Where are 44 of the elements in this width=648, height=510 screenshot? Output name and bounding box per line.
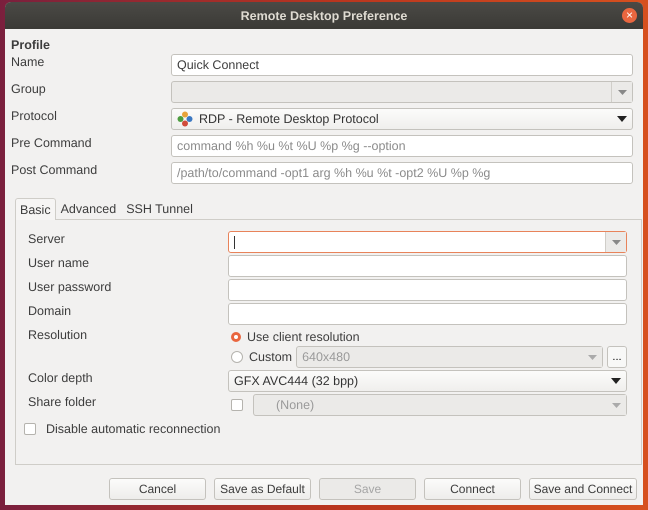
field-label: Share folder <box>28 394 98 409</box>
dropdown-icon <box>588 354 596 360</box>
text-field[interactable] <box>228 303 627 325</box>
field-label: Resolution <box>28 327 88 342</box>
checkbox[interactable] <box>231 399 243 411</box>
field-label: Protocol <box>11 108 58 123</box>
more-button[interactable]: ... <box>607 346 627 368</box>
dropdown[interactable]: GFX AVC444 (32 bpp) <box>228 370 627 392</box>
radio-button[interactable] <box>231 351 243 363</box>
radio-label[interactable]: Custom <box>249 350 292 364</box>
dropdown-icon <box>612 240 620 244</box>
dropdown-icon <box>611 378 621 384</box>
field-label: Post Command <box>11 162 98 177</box>
tab[interactable]: Basic <box>15 198 56 220</box>
field-label: User name <box>28 255 90 270</box>
field-label: User password <box>28 279 112 294</box>
dialog-button[interactable]: Save and Connect <box>529 478 637 500</box>
text-field[interactable] <box>228 279 627 301</box>
text-field[interactable]: /path/to/command -opt1 arg %h %u %t -opt2 %U %p %g <box>171 162 633 184</box>
text-field[interactable]: command %h %u %t %U %p %g --option <box>171 135 633 157</box>
dropdown-icon <box>618 90 626 94</box>
dropdown-icon <box>617 116 627 122</box>
field-label: Group <box>11 81 47 96</box>
combo-field[interactable] <box>228 231 627 253</box>
tab[interactable]: SSH Tunnel <box>121 198 198 219</box>
dropdown[interactable]: RDP - Remote Desktop Protocol <box>171 108 633 130</box>
field-label: Pre Command <box>11 135 93 150</box>
checkbox-label[interactable]: Disable automatic reconnection <box>46 422 220 436</box>
radio-label[interactable]: Use client resolution <box>247 330 360 344</box>
dialog-button[interactable]: Save as Default <box>214 478 311 500</box>
window-title: Remote Desktop Preference <box>240 8 408 22</box>
section-heading: Profile <box>11 38 51 52</box>
field-label: Server <box>28 231 66 246</box>
field-label: Name <box>11 54 46 69</box>
field-label: Color depth <box>28 370 94 385</box>
dialog-button[interactable]: Connect <box>424 478 521 500</box>
radio-button[interactable] <box>231 332 241 342</box>
dropdown-icon <box>612 402 620 408</box>
tab[interactable]: Advanced <box>56 198 122 219</box>
dialog-button[interactable]: Cancel <box>109 478 206 500</box>
field-label: Domain <box>28 303 72 318</box>
checkbox[interactable] <box>24 423 36 435</box>
text-field[interactable] <box>228 255 627 277</box>
text-field[interactable]: Quick Connect <box>171 54 633 76</box>
